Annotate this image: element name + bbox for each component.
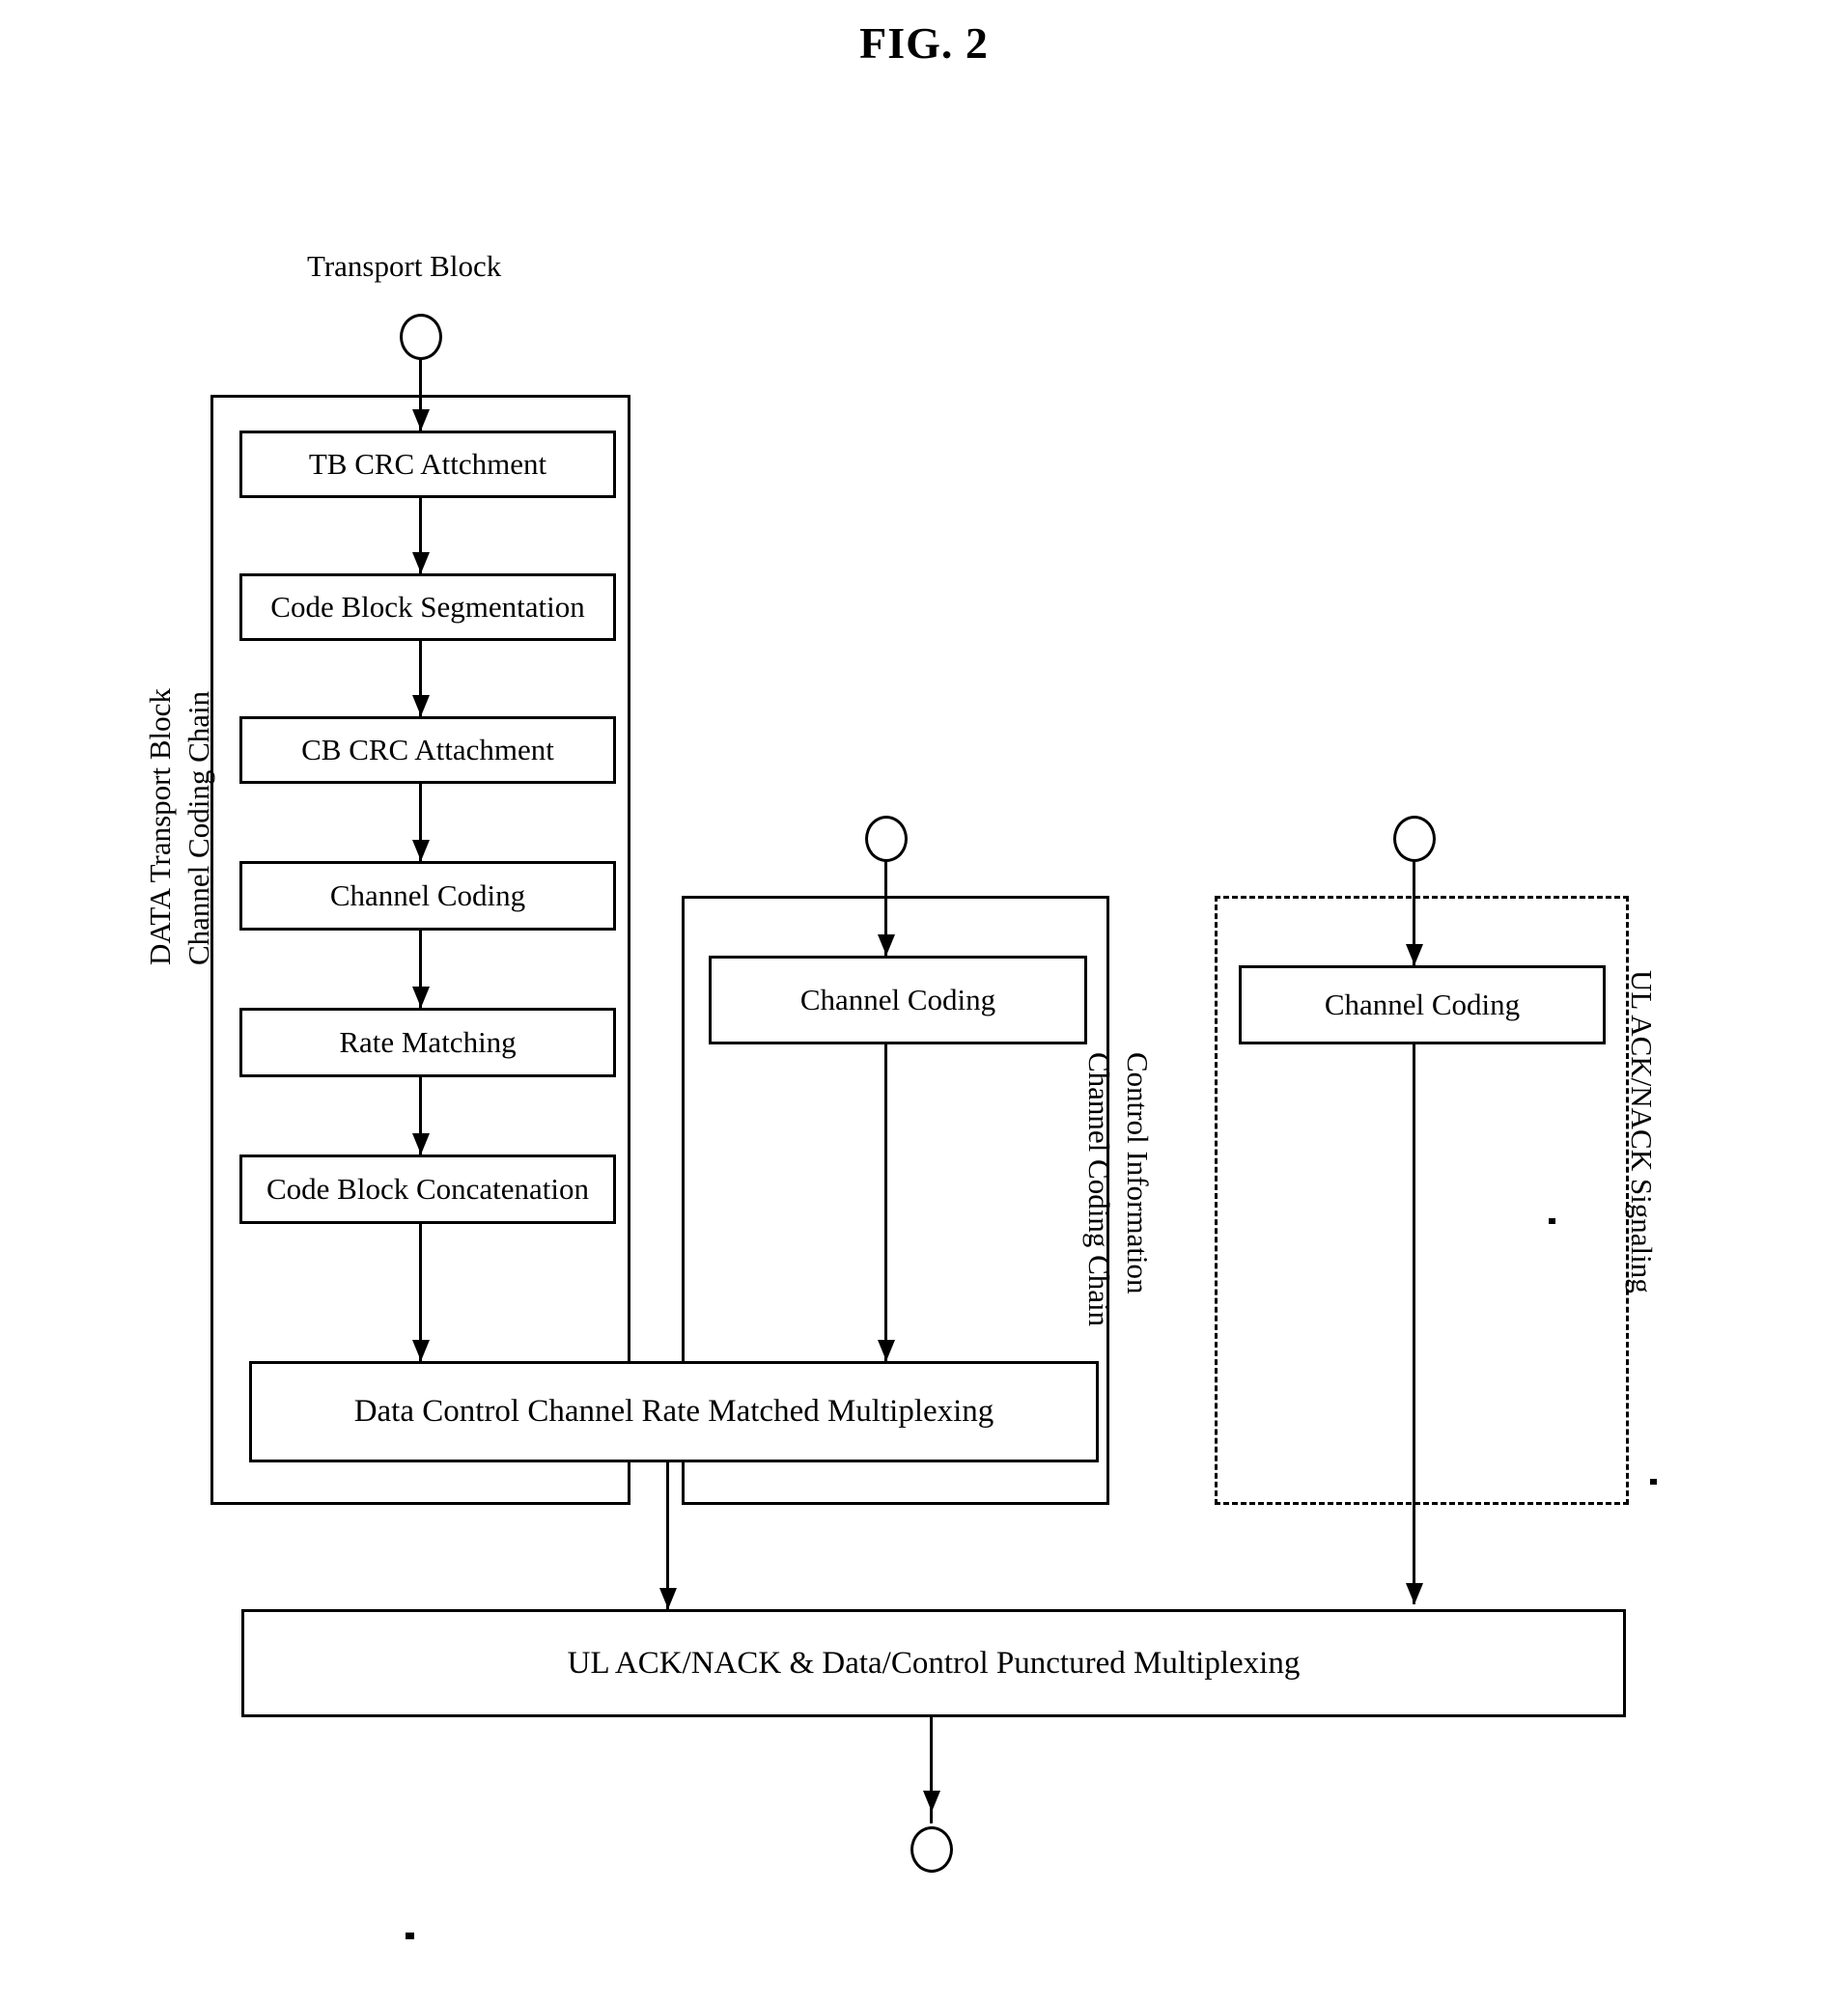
block-label: Code Block Segmentation <box>270 589 585 624</box>
scan-speck <box>1549 1218 1555 1224</box>
scan-speck <box>406 1933 414 1939</box>
arrowhead-channelcoding-to-ratematching <box>412 987 430 1008</box>
arrowhead-tbcrc-to-segmentation <box>412 552 430 573</box>
transport-block-terminal <box>400 314 442 360</box>
block-code-block-segmentation[interactable]: Code Block Segmentation <box>239 573 616 641</box>
figure-canvas: FIG. 2 Transport Block DATA Transport Bl… <box>0 0 1848 2003</box>
arrowhead-ratemux-to-puncturedmux <box>659 1588 677 1609</box>
block-channel-coding-control[interactable]: Channel Coding <box>709 956 1087 1044</box>
arrowhead-segmentation-to-cbcrc <box>412 695 430 716</box>
block-label: Rate Matching <box>339 1024 517 1059</box>
connector-acknackcoding-to-puncturedmux <box>1413 1044 1415 1604</box>
block-rate-matched-multiplexing[interactable]: Data Control Channel Rate Matched Multip… <box>249 1361 1099 1462</box>
block-rate-matching[interactable]: Rate Matching <box>239 1008 616 1077</box>
block-cb-crc-attachment[interactable]: CB CRC Attachment <box>239 716 616 784</box>
arrowhead-concatenation-to-ratemux <box>412 1340 430 1361</box>
connector-controlcoding-to-ratemux <box>884 1044 887 1363</box>
block-punctured-multiplexing[interactable]: UL ACK/NACK & Data/Control Punctured Mul… <box>241 1609 1626 1717</box>
block-label: Data Control Channel Rate Matched Multip… <box>353 1394 994 1430</box>
block-channel-coding-data[interactable]: Channel Coding <box>239 861 616 931</box>
arrowhead-controlcoding-to-ratemux <box>878 1340 895 1361</box>
control-info-terminal <box>865 816 908 862</box>
block-label: CB CRC Attachment <box>301 732 554 766</box>
control-chain-group-label-line2: Channel Coding Chain <box>1082 1052 1116 1327</box>
block-label: Channel Coding <box>799 982 996 1016</box>
data-chain-group-label-line1: DATA Transport Block <box>143 688 177 965</box>
data-chain-group-label-line2: Channel Coding Chain <box>182 690 215 965</box>
block-label: Code Block Concatenation <box>266 1171 590 1206</box>
arrowhead-puncturedmux-to-output <box>923 1791 940 1812</box>
acknack-chain-group-label: UL ACK/NACK Signaling <box>1625 970 1659 1294</box>
figure-title: FIG. 2 <box>859 18 989 68</box>
control-chain-group-label-line1: Control Information <box>1121 1052 1155 1294</box>
block-label: UL ACK/NACK & Data/Control Punctured Mul… <box>567 1645 1301 1681</box>
arrowhead-ratematching-to-concatenation <box>412 1133 430 1155</box>
block-label: Channel Coding <box>1324 987 1521 1021</box>
output-terminal <box>910 1826 953 1873</box>
acknack-terminal <box>1393 816 1436 862</box>
block-channel-coding-acknack[interactable]: Channel Coding <box>1239 965 1606 1044</box>
block-label: Channel Coding <box>329 877 526 912</box>
block-label: TB CRC Attchment <box>308 446 547 481</box>
transport-block-label: Transport Block <box>307 249 502 283</box>
block-code-block-concatenation[interactable]: Code Block Concatenation <box>239 1155 616 1224</box>
arrowhead-cbcrc-to-channelcoding <box>412 840 430 861</box>
scan-speck <box>1650 1479 1657 1485</box>
block-tb-crc-attachment[interactable]: TB CRC Attchment <box>239 431 616 498</box>
arrowhead-acknackcoding-to-puncturedmux <box>1406 1583 1423 1604</box>
